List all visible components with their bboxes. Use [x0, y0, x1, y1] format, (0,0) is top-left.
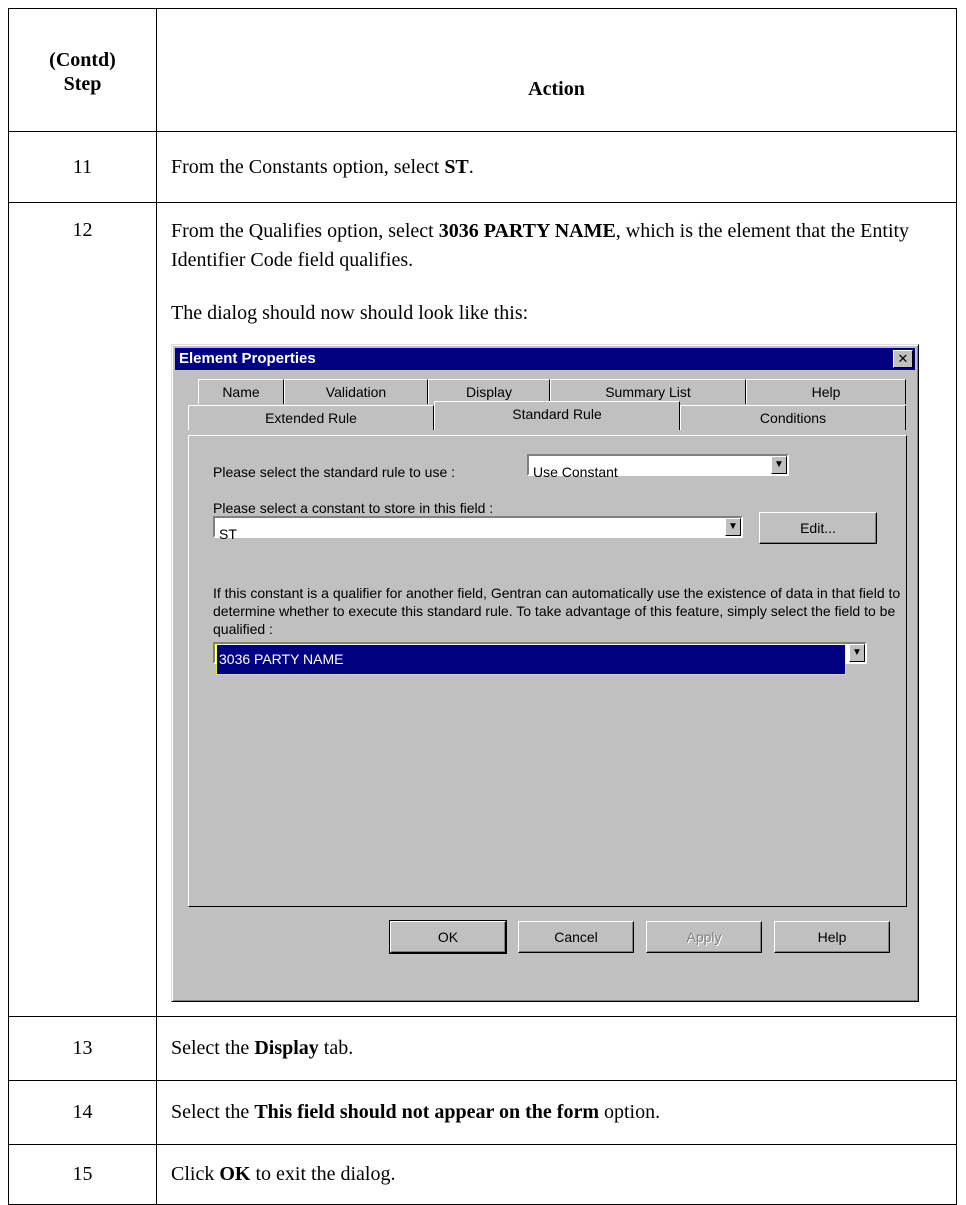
qualifier-select-value: 3036 PARTY NAME: [216, 644, 846, 675]
rule-select-value: Use Constant: [533, 464, 618, 480]
step-row: 14 Select the This field should not appe…: [8, 1080, 957, 1145]
help-button[interactable]: Help: [774, 921, 890, 953]
step-number: 14: [8, 1080, 157, 1145]
tab-extended-rule[interactable]: Extended Rule: [188, 405, 434, 430]
rule-label: Please select the standard rule to use :: [213, 464, 456, 480]
apply-button: Apply: [646, 921, 762, 953]
constant-select[interactable]: ST ▼: [213, 516, 743, 542]
tab-validation[interactable]: Validation: [284, 379, 428, 404]
step-text: Select the This field should not appear …: [156, 1080, 957, 1145]
step-number: 15: [8, 1144, 157, 1205]
step-row: 12 From the Qualifies option, select 303…: [8, 202, 957, 1017]
step-note: The dialog should now should look like t…: [171, 302, 529, 324]
step-row: 11 From the Constants option, select ST.: [8, 131, 957, 203]
cancel-button[interactable]: Cancel: [518, 921, 634, 953]
qualifier-description: If this constant is a qualifier for anot…: [213, 585, 901, 637]
tab-conditions[interactable]: Conditions: [680, 405, 906, 430]
tab-standard-rule[interactable]: Standard Rule: [434, 401, 680, 430]
header-action: Action: [156, 8, 957, 132]
standard-rule-panel: Please select the standard rule to use :…: [188, 435, 907, 907]
ok-button[interactable]: OK: [389, 920, 507, 954]
tab-name[interactable]: Name: [198, 379, 284, 404]
tab-help[interactable]: Help: [746, 379, 906, 404]
qualifier-select[interactable]: 3036 PARTY NAME ▼: [213, 642, 867, 675]
step-text: From the Qualifies option, select 3036 P…: [156, 202, 957, 1017]
step-row: 15 Click OK to exit the dialog.: [8, 1144, 957, 1205]
step-number: 13: [8, 1016, 157, 1081]
step-text: From the Constants option, select ST.: [156, 131, 957, 203]
step-number: 11: [8, 131, 157, 203]
chevron-down-icon[interactable]: ▼: [771, 456, 787, 474]
rule-select[interactable]: Use Constant ▼: [527, 454, 789, 480]
chevron-down-icon[interactable]: ▼: [849, 644, 865, 662]
edit-button[interactable]: Edit...: [759, 512, 877, 544]
dialog-title: Element Properties: [179, 350, 316, 367]
close-icon[interactable]: ✕: [893, 350, 913, 368]
step-text: Select the Display tab.: [156, 1016, 957, 1081]
element-properties-dialog: Element Properties ✕ Name Validation Dis…: [171, 344, 919, 1002]
step-text: Click OK to exit the dialog.: [156, 1144, 957, 1205]
step-row: 13 Select the Display tab.: [8, 1016, 957, 1081]
step-number: 12: [8, 202, 157, 1017]
header-step-label: (Contd) Step: [49, 48, 116, 95]
steps-table: (Contd) Step Action 11 From the Constant…: [8, 8, 957, 1205]
chevron-down-icon[interactable]: ▼: [725, 518, 741, 536]
dialog-titlebar: Element Properties ✕: [175, 348, 915, 370]
constant-select-value: ST: [219, 526, 237, 542]
header-step: (Contd) Step: [8, 8, 157, 132]
